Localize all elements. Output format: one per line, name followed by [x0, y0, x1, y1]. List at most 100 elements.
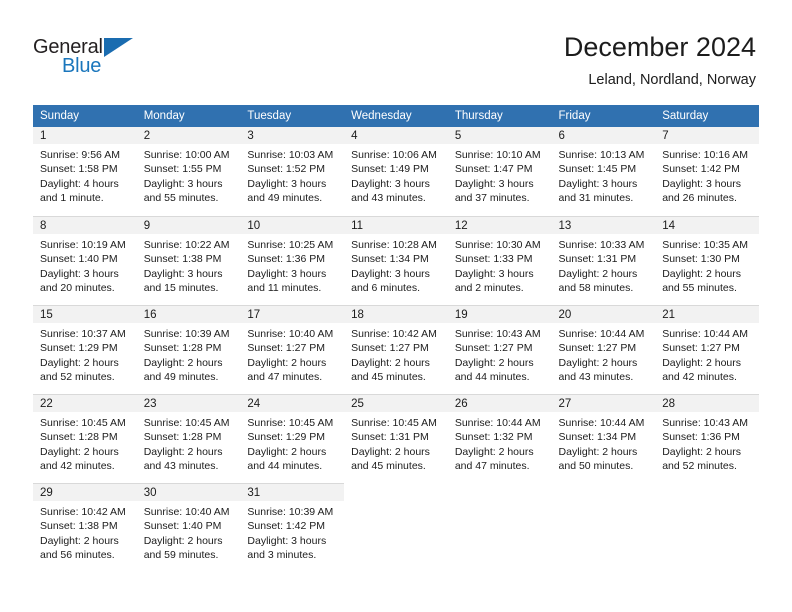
daylight-text-line2: and 52 minutes. [40, 371, 115, 384]
day-cell[interactable]: 22 Sunrise: 10:45 AM Sunset: 1:28 PM Daylig… [33, 394, 137, 483]
daylight-text-line1: Daylight: 2 hours [143, 534, 223, 547]
day-number: 10 [240, 217, 345, 234]
daylight-text-line2: and 26 minutes. [662, 192, 737, 205]
day-cell[interactable]: 16 Sunrise: 10:39 AM Sunset: 1:28 PM Daylig… [136, 305, 241, 394]
day-cell[interactable]: 2 Sunrise: 10:00 AM Sunset: 1:55 PM Dayligh… [136, 127, 241, 216]
day-cell[interactable]: 7 Sunrise: 10:16 AM Sunset: 1:42 PM Dayligh… [655, 127, 759, 216]
daylight-text-line1: Daylight: 3 hours [351, 267, 430, 280]
logo-text-blue: Blue [62, 55, 102, 77]
week-row: 15 Sunrise: 10:37 AM Sunset: 1:29 PM Daylig… [33, 305, 759, 394]
day-cell[interactable]: 21 Sunrise: 10:44 AM Sunset: 1:27 PM Daylig… [655, 305, 759, 394]
sunrise-text: Sunrise: 10:16 AM [662, 149, 749, 161]
sunset-text: Sunset: 1:42 PM [662, 163, 740, 176]
day-number [344, 484, 448, 501]
page-title: December 2024 [563, 32, 756, 62]
sunset-text: Sunset: 1:32 PM [454, 431, 533, 444]
weekday-header-sunday: Sunday [33, 105, 137, 127]
day-cell[interactable]: 10 Sunrise: 10:25 AM Sunset: 1:36 PM Daylig… [240, 216, 345, 305]
daylight-text-line2: and 1 minute. [40, 192, 104, 205]
day-cell[interactable]: 4 Sunrise: 10:06 AM Sunset: 1:49 PM Dayligh… [344, 127, 448, 216]
daylight-text-line1: Daylight: 3 hours [247, 534, 327, 547]
day-cell[interactable]: 31 Sunrise: 10:39 AM Sunset: 1:42 PM Daylig… [240, 483, 345, 572]
daylight-text-line2: and 43 minutes. [351, 192, 426, 205]
sunrise-text: Sunrise: 10:42 AM [40, 506, 126, 518]
day-cell[interactable]: 1 Sunrise: 9:56 AM Sunset: 1:58 PM Daylight… [33, 127, 137, 216]
weekday-header-wednesday: Wednesday [344, 105, 448, 127]
daylight-text-line1: Daylight: 2 hours [662, 267, 742, 280]
day-cell[interactable]: 17 Sunrise: 10:40 AM Sunset: 1:27 PM Daylig… [240, 305, 345, 394]
day-cell[interactable]: 13 Sunrise: 10:33 AM Sunset: 1:31 PM Daylig… [551, 216, 656, 305]
day-cell[interactable]: 25 Sunrise: 10:45 AM Sunset: 1:31 PM Daylig… [344, 394, 448, 483]
daylight-text-line2: and 59 minutes. [143, 549, 219, 562]
day-cell[interactable]: 6 Sunrise: 10:13 AM Sunset: 1:45 PM Dayligh… [551, 127, 656, 216]
day-cell[interactable]: 14 Sunrise: 10:35 AM Sunset: 1:30 PM Daylig… [655, 216, 759, 305]
daylight-text-line2: and 58 minutes. [558, 282, 634, 295]
day-number: 24 [240, 395, 345, 412]
sunset-text: Sunset: 1:38 PM [40, 520, 118, 533]
sunset-text: Sunset: 1:58 PM [40, 163, 118, 176]
general-blue-logo[interactable]: General Blue [33, 36, 153, 82]
sunset-text: Sunset: 1:45 PM [558, 163, 637, 176]
sunset-text: Sunset: 1:36 PM [662, 431, 740, 444]
day-cell[interactable]: 18 Sunrise: 10:42 AM Sunset: 1:27 PM Daylig… [344, 305, 448, 394]
day-cell[interactable]: 27 Sunrise: 10:44 AM Sunset: 1:34 PM Daylig… [551, 394, 656, 483]
sunset-text: Sunset: 1:27 PM [454, 342, 533, 355]
daylight-text-line2: and 42 minutes. [662, 371, 737, 384]
day-cell[interactable]: 30 Sunrise: 10:40 AM Sunset: 1:40 PM Daylig… [136, 483, 241, 572]
sunrise-text: Sunrise: 10:44 AM [662, 328, 749, 340]
day-cell[interactable]: 24 Sunrise: 10:45 AM Sunset: 1:29 PM Daylig… [240, 394, 345, 483]
day-number: 6 [551, 127, 656, 144]
sunrise-text: Sunrise: 10:44 AM [558, 417, 645, 429]
daylight-text-line2: and 56 minutes. [40, 549, 115, 562]
sunrise-text: Sunrise: 9:56 AM [40, 149, 120, 161]
day-cell[interactable]: 20 Sunrise: 10:44 AM Sunset: 1:27 PM Daylig… [551, 305, 656, 394]
day-number: 3 [240, 127, 345, 144]
day-cell[interactable]: 26 Sunrise: 10:44 AM Sunset: 1:32 PM Daylig… [447, 394, 552, 483]
sunset-text: Sunset: 1:49 PM [351, 163, 429, 176]
daylight-text-line2: and 3 minutes. [247, 549, 317, 562]
day-cell[interactable]: 29 Sunrise: 10:42 AM Sunset: 1:38 PM Daylig… [33, 483, 137, 572]
sunrise-text: Sunrise: 10:13 AM [558, 149, 645, 161]
daylight-text-line1: Daylight: 2 hours [351, 356, 430, 369]
day-cell[interactable]: 28 Sunrise: 10:43 AM Sunset: 1:36 PM Daylig… [655, 394, 759, 483]
daylight-text-line1: Daylight: 2 hours [40, 356, 119, 369]
sunrise-text: Sunrise: 10:43 AM [454, 328, 541, 340]
weekday-header-thursday: Thursday [447, 105, 552, 127]
week-row: 8 Sunrise: 10:19 AM Sunset: 1:40 PM Dayligh… [33, 216, 759, 305]
day-number [655, 484, 759, 501]
day-cell[interactable]: 23 Sunrise: 10:45 AM Sunset: 1:28 PM Daylig… [136, 394, 241, 483]
daylight-text-line1: Daylight: 2 hours [143, 356, 223, 369]
daylight-text-line2: and 31 minutes. [558, 192, 634, 205]
sunset-text: Sunset: 1:27 PM [247, 342, 326, 355]
daylight-text-line1: Daylight: 2 hours [662, 356, 742, 369]
sunset-text: Sunset: 1:40 PM [143, 520, 222, 533]
sunrise-text: Sunrise: 10:25 AM [247, 239, 334, 251]
day-cell[interactable]: 12 Sunrise: 10:30 AM Sunset: 1:33 PM Daylig… [447, 216, 552, 305]
weekday-header-saturday: Saturday [655, 105, 759, 127]
day-number: 16 [136, 306, 241, 323]
day-cell[interactable]: 15 Sunrise: 10:37 AM Sunset: 1:29 PM Daylig… [33, 305, 137, 394]
sunset-text: Sunset: 1:33 PM [454, 253, 533, 266]
day-cell[interactable]: 8 Sunrise: 10:19 AM Sunset: 1:40 PM Dayligh… [33, 216, 137, 305]
day-cell[interactable]: 5 Sunrise: 10:10 AM Sunset: 1:47 PM Dayligh… [447, 127, 552, 216]
daylight-text-line1: Daylight: 2 hours [247, 356, 327, 369]
weekday-header-tuesday: Tuesday [240, 105, 345, 127]
daylight-text-line2: and 55 minutes. [143, 192, 219, 205]
day-cell[interactable]: 3 Sunrise: 10:03 AM Sunset: 1:52 PM Dayligh… [240, 127, 345, 216]
daylight-text-line2: and 45 minutes. [351, 371, 426, 384]
sunrise-text: Sunrise: 10:39 AM [247, 506, 334, 518]
sunrise-text: Sunrise: 10:30 AM [454, 239, 541, 251]
weekday-header-row: Sunday Monday Tuesday Wednesday Thursday… [33, 105, 759, 127]
week-row: 1 Sunrise: 9:56 AM Sunset: 1:58 PM Daylight… [33, 127, 759, 216]
sunrise-text: Sunrise: 10:44 AM [558, 328, 645, 340]
daylight-text-line1: Daylight: 3 hours [143, 267, 223, 280]
title-block: December 2024 Leland, Nordland, Norway [564, 30, 756, 90]
day-number: 25 [344, 395, 448, 412]
sunrise-text: Sunrise: 10:45 AM [40, 417, 126, 429]
day-cell[interactable]: 11 Sunrise: 10:28 AM Sunset: 1:34 PM Daylig… [344, 216, 448, 305]
day-number: 2 [136, 127, 241, 144]
day-cell[interactable]: 9 Sunrise: 10:22 AM Sunset: 1:38 PM Dayligh… [136, 216, 241, 305]
day-number: 17 [240, 306, 345, 323]
day-cell[interactable]: 19 Sunrise: 10:43 AM Sunset: 1:27 PM Daylig… [447, 305, 552, 394]
sunset-text: Sunset: 1:27 PM [558, 342, 637, 355]
